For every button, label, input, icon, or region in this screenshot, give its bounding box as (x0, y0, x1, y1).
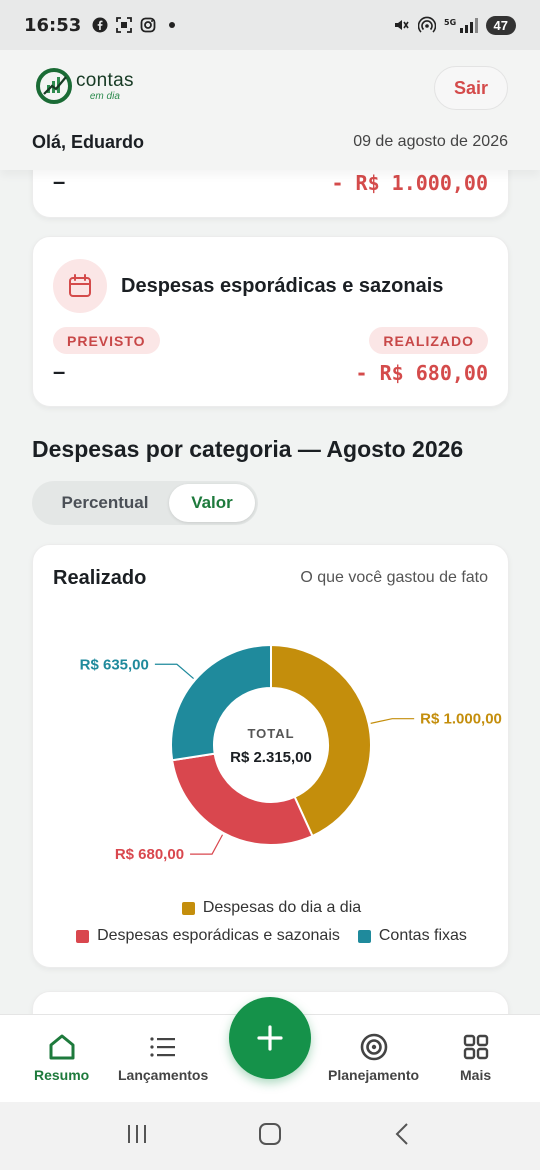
legend-item: Despesas do dia a dia (181, 899, 362, 917)
home-icon (47, 1031, 77, 1063)
system-navigation (0, 1102, 540, 1170)
status-bar: 16:53 5G 47 (0, 0, 540, 50)
logout-button[interactable]: Sair (434, 66, 508, 110)
app-header: contas em dia Sair Olá, Eduardo 09 de ag… (0, 50, 540, 170)
expense-card-sazonais[interactable]: Despesas esporádicas e sazonais PREVISTO… (32, 236, 509, 407)
greeting: Olá, Eduardo (32, 132, 145, 152)
screenshot-icon (115, 16, 133, 34)
chart-card: Realizado O que você gastou de fato R$ 1… (32, 544, 509, 968)
section-title: Despesas por categoria — Agosto 2026 (32, 436, 464, 462)
donut-chart: R$ 1.000,00 R$ 680,00 R$ 635,00 TOTAL R$ 2.3… (80, 643, 502, 863)
chart-title: Realizado (53, 567, 147, 589)
battery-indicator: 47 (485, 15, 516, 35)
plus-icon (257, 1025, 283, 1051)
calendar-icon (53, 259, 107, 313)
app-logo: contas em dia (36, 68, 134, 104)
previsto-value: – (53, 169, 66, 194)
center-label: TOTAL (247, 726, 294, 741)
back-icon[interactable] (390, 1121, 416, 1152)
target-icon (359, 1031, 389, 1063)
legend-item: Despesas esporádicas e sazonais (76, 927, 340, 945)
card-title: Despesas esporádicas e sazonais (121, 275, 444, 297)
signal-icon: 5G (444, 16, 478, 34)
nav-label: Resumo (34, 1067, 90, 1083)
logo-sub-text: em dia (89, 90, 120, 102)
svg-text:5G: 5G (444, 18, 456, 27)
legend-swatch (181, 901, 195, 915)
nav-planejamento[interactable]: Planejamento (328, 1031, 419, 1083)
chart-legend: Despesas do dia a dia (33, 899, 510, 917)
realizado-value: - R$ 680,00 (355, 361, 488, 385)
mute-icon (392, 16, 410, 34)
realizado-value: - R$ 1.000,00 (331, 171, 488, 195)
legend-label: Despesas do dia a dia (202, 899, 362, 916)
list-icon (148, 1031, 178, 1063)
facebook-icon (91, 16, 109, 34)
slice-value-label: R$ 1.000,00 (420, 711, 502, 728)
realizado-badge: REALIZADO (369, 327, 488, 354)
previsto-badge: PREVISTO (53, 327, 160, 354)
status-time: 16:53 (24, 14, 82, 36)
chart-legend: Despesas esporádicas e sazonais Contas fi… (33, 927, 510, 945)
grid-icon (461, 1031, 491, 1063)
label-leader-line (370, 718, 415, 724)
dot-icon (163, 16, 181, 34)
nav-mais[interactable]: Mais (460, 1031, 491, 1083)
center-total-value: R$ 2.315,00 (230, 749, 312, 766)
view-toggle: Percentual Valor (32, 481, 258, 525)
chart-subtitle: O que você gastou de fato (300, 569, 488, 586)
nav-label: Mais (460, 1067, 492, 1083)
nav-resumo[interactable]: Resumo (34, 1031, 89, 1083)
recents-icon[interactable] (124, 1121, 150, 1152)
label-leader-line (154, 663, 194, 680)
slice-value-label: R$ 635,00 (80, 656, 149, 673)
nav-lancamentos[interactable]: Lançamentos (118, 1031, 208, 1083)
legend-label: Despesas esporádicas e sazonais (97, 927, 340, 944)
nav-label: Lançamentos (118, 1067, 209, 1083)
legend-swatch (357, 929, 371, 943)
slice-value-label: R$ 680,00 (115, 846, 184, 863)
legend-item: Contas fixas (357, 927, 467, 945)
label-leader-line (190, 834, 224, 855)
nav-label: Planejamento (328, 1067, 420, 1083)
toggle-valor[interactable]: Valor (169, 484, 255, 522)
toggle-percentual[interactable]: Percentual (42, 484, 168, 522)
home-system-icon[interactable] (257, 1121, 283, 1152)
donut-slice[interactable] (171, 752, 314, 846)
logo-main-text: contas (76, 69, 134, 91)
legend-label: Contas fixas (378, 927, 467, 944)
add-transaction-button[interactable] (229, 997, 311, 1079)
donut-slice[interactable] (170, 643, 272, 762)
current-date: 09 de agosto de 2026 (353, 133, 508, 150)
previsto-value: – (53, 359, 66, 384)
logo-icon (36, 68, 72, 104)
legend-swatch (76, 929, 90, 943)
hotspot-icon (417, 16, 436, 34)
instagram-icon (139, 16, 157, 34)
